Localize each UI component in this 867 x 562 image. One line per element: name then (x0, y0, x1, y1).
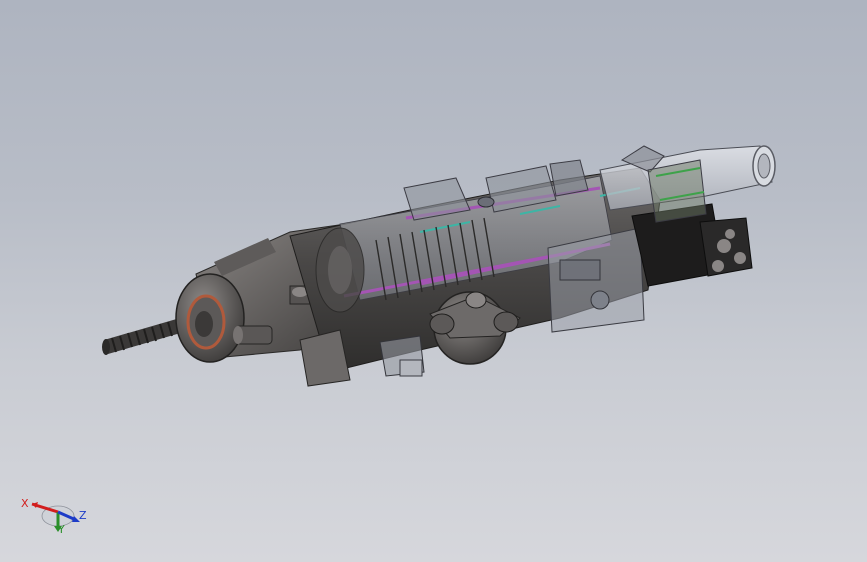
y-axis-label: Y (58, 523, 65, 536)
z-axis-label: Z (79, 509, 87, 522)
orientation-triad: X Y Z (18, 490, 98, 540)
x-axis-label: X (21, 497, 29, 510)
graphics-viewport[interactable]: X Y Z (0, 0, 867, 562)
rock-drill-assembly-icon[interactable] (0, 0, 867, 562)
